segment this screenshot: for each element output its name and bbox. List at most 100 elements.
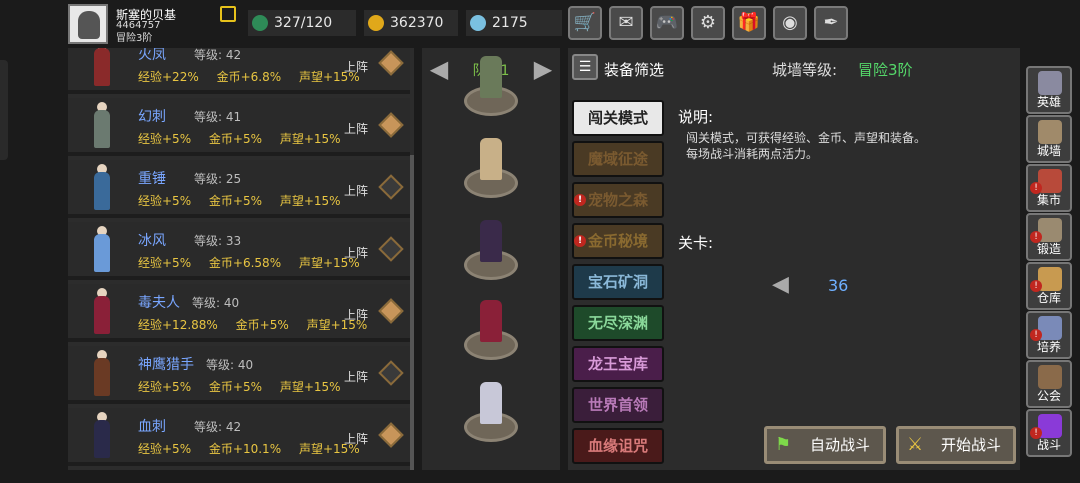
hero-gold-bonus: 金币+6.58%: [208, 256, 282, 270]
deploy-label[interactable]: 上阵: [344, 58, 368, 75]
deploy-toggle[interactable]: [378, 174, 404, 200]
side-nav-item[interactable]: 培养 !: [1026, 311, 1072, 359]
team-hero-sprite[interactable]: [480, 382, 502, 424]
hero-list[interactable]: 火凤 等级: 42 经验+22% 金币+6.8% 声望+15% 上阵 幻刺 等级…: [68, 48, 414, 470]
deploy-label[interactable]: 上阵: [344, 182, 368, 199]
deploy-label[interactable]: 上阵: [344, 368, 368, 385]
side-nav-label: 英雄: [1036, 95, 1061, 109]
hero-list-scrollbar[interactable]: [410, 155, 414, 470]
hero-stats: 经验+5% 金币+5% 声望+15%: [138, 378, 355, 395]
hero-level: 等级: 33: [194, 234, 242, 248]
mode-label: 世界首领: [587, 396, 648, 414]
mode-button[interactable]: 血缘诅咒: [572, 428, 664, 464]
description-text: 闯关模式，可获得经验、金币、声望和装备。 每场战斗消耗两点活力。: [686, 130, 986, 162]
hero-row[interactable]: 血刺 等级: 42 经验+5% 金币+10.1% 声望+15% 上阵: [68, 408, 410, 466]
mode-button[interactable]: 无尽深渊: [572, 305, 664, 341]
hero-row[interactable]: 重锤 等级: 25 经验+5% 金币+5% 声望+15% 上阵: [68, 160, 410, 218]
shop-cart-icon[interactable]: 🛒: [568, 6, 602, 40]
deploy-label[interactable]: 上阵: [344, 120, 368, 137]
stage-prev-arrow[interactable]: ◀: [772, 270, 798, 300]
edit-icon[interactable]: [220, 6, 236, 22]
hero-name: 幻刺: [138, 109, 166, 125]
gamepad-icon[interactable]: 🎮: [650, 6, 684, 40]
deploy-label[interactable]: 上阵: [344, 306, 368, 323]
deploy-toggle[interactable]: [378, 298, 404, 324]
deploy-toggle[interactable]: [378, 236, 404, 262]
gift-icon[interactable]: 🎁: [732, 6, 766, 40]
hero-row[interactable]: 神鹰猎手 等级: 40 经验+5% 金币+5% 声望+15% 上阵: [68, 346, 410, 404]
gold-counter: 362370: [364, 10, 458, 36]
deploy-toggle[interactable]: [378, 422, 404, 448]
hero-exp-bonus: 经验+5%: [138, 256, 192, 270]
hero-level: 等级: 41: [194, 110, 242, 124]
start-battle-label: 开始战斗: [940, 436, 1001, 454]
deploy-toggle[interactable]: [378, 50, 404, 76]
filter-menu-button[interactable]: ☰: [572, 54, 598, 80]
side-nav-item[interactable]: 仓库 !: [1026, 262, 1072, 310]
hero-name: 火凤: [138, 48, 166, 63]
alert-icon: !: [1030, 182, 1042, 194]
mode-button[interactable]: 魔域征途: [572, 141, 664, 177]
side-nav-item[interactable]: 公会: [1026, 360, 1072, 408]
deploy-label[interactable]: 上阵: [344, 430, 368, 447]
gem-icon: [470, 15, 486, 31]
side-nav: 英雄 城墙 集市 ! 锻造 ! 仓库 ! 培养 ! 公会 战斗 !: [1026, 66, 1074, 458]
side-nav-item[interactable]: 战斗 !: [1026, 409, 1072, 457]
color-wheel-icon[interactable]: ◉: [773, 6, 807, 40]
hero-portrait: [80, 48, 124, 90]
mode-button[interactable]: 宠物之森!: [572, 182, 664, 218]
mode-button[interactable]: 闯关模式: [572, 100, 664, 136]
hero-level: 等级: 40: [192, 296, 240, 310]
mode-button[interactable]: 世界首领: [572, 387, 664, 423]
hero-name: 冰风: [138, 233, 166, 249]
filter-label[interactable]: 装备筛选: [604, 59, 664, 80]
team-next-arrow[interactable]: ▶: [528, 54, 558, 84]
alert-icon: !: [574, 194, 586, 206]
mode-button[interactable]: 龙王宝库: [572, 346, 664, 382]
side-nav-item[interactable]: 锻造 !: [1026, 213, 1072, 261]
energy-value: 327/120: [274, 15, 333, 31]
team-hero-sprite[interactable]: [480, 220, 502, 262]
team-hero-sprite[interactable]: [480, 56, 502, 98]
auto-battle-label: 自动战斗: [809, 436, 870, 454]
mode-button[interactable]: 宝石矿洞: [572, 264, 664, 300]
deploy-toggle[interactable]: [378, 360, 404, 386]
deploy-toggle[interactable]: [378, 112, 404, 138]
hero-row[interactable]: 火凤 等级: 42 经验+22% 金币+6.8% 声望+15% 上阵: [68, 48, 410, 94]
hero-name: 重锤: [138, 171, 166, 187]
description-title: 说明:: [678, 108, 714, 126]
hero-stats: 经验+5% 金币+5% 声望+15%: [138, 130, 355, 147]
hero-row[interactable]: 冰风 等级: 33 经验+5% 金币+6.58% 声望+15% 上阵: [68, 222, 410, 280]
hero-portrait: [80, 226, 124, 276]
side-nav-item[interactable]: 城墙: [1026, 115, 1072, 163]
hero-row[interactable]: 毒夫人 等级: 40 经验+12.88% 金币+5% 声望+15% 上阵: [68, 284, 410, 342]
avatar[interactable]: [68, 4, 108, 44]
hero-portrait: [80, 288, 124, 338]
description-line: 闯关模式，可获得经验、金币、声望和装备。: [686, 131, 927, 145]
feather-icon[interactable]: ✒: [814, 6, 848, 40]
hero-portrait: [80, 350, 124, 400]
deploy-label[interactable]: 上阵: [344, 244, 368, 261]
gear-icon[interactable]: ⚙: [691, 6, 725, 40]
team-hero-sprite[interactable]: [480, 138, 502, 180]
start-battle-button[interactable]: ⚔ 开始战斗: [896, 426, 1016, 464]
side-nav-item[interactable]: 英雄: [1026, 66, 1072, 114]
mail-icon[interactable]: ✉: [609, 6, 643, 40]
team-hero-sprite[interactable]: [480, 300, 502, 342]
hero-exp-bonus: 经验+5%: [138, 132, 192, 146]
side-nav-label: 公会: [1036, 389, 1061, 403]
team-panel: ◀ 队伍1 ▶: [422, 48, 560, 470]
hero-exp-bonus: 经验+22%: [138, 70, 199, 84]
auto-battle-button[interactable]: ⚑ 自动战斗: [764, 426, 886, 464]
side-nav-item[interactable]: 集市 !: [1026, 164, 1072, 212]
mode-button[interactable]: 金币秘境!: [572, 223, 664, 259]
hero-gold-bonus: 金币+6.8%: [216, 70, 282, 84]
hero-portrait: [80, 102, 124, 152]
hero-row[interactable]: 幻刺 等级: 41 经验+5% 金币+5% 声望+15% 上阵: [68, 98, 410, 156]
top-bar: 斯塞的贝基 4464757 冒险3阶 327/120 362370 2175 🛒…: [0, 0, 1080, 48]
flag-icon: ⚑: [775, 434, 792, 455]
edge-pull-tab[interactable]: [0, 60, 8, 160]
crossed-swords-icon: ⚔: [907, 434, 924, 455]
hero-stats: 经验+5% 金币+5% 声望+15%: [138, 192, 355, 209]
hero-exp-bonus: 经验+5%: [138, 194, 192, 208]
